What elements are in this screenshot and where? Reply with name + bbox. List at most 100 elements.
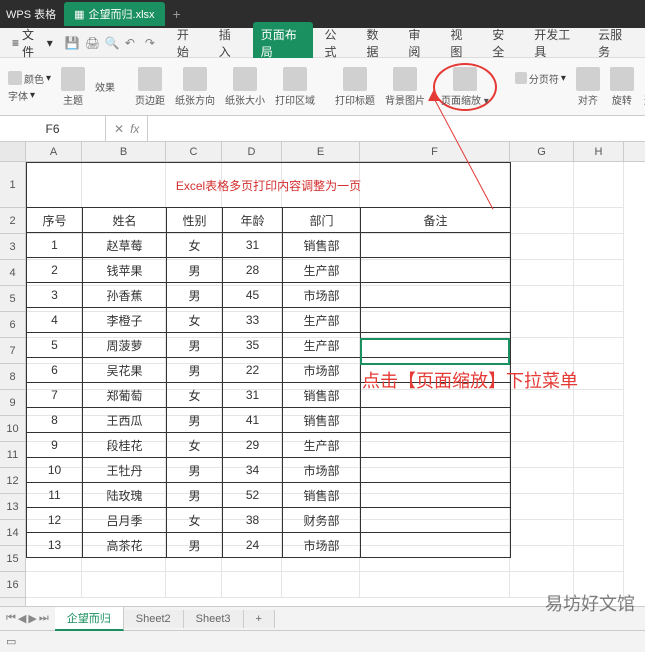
cell-G15[interactable] — [510, 546, 574, 572]
row-header-14[interactable]: 14 — [0, 520, 25, 546]
cell-G3[interactable] — [510, 234, 574, 260]
row-header-15[interactable]: 15 — [0, 546, 25, 572]
col-header-D[interactable]: D — [222, 142, 282, 161]
cell-G7[interactable] — [510, 338, 574, 364]
row-header-11[interactable]: 11 — [0, 442, 25, 468]
papersize-btn[interactable]: 纸张大小 — [223, 67, 267, 107]
row-header-2[interactable]: 2 — [0, 208, 25, 234]
cell-B16[interactable] — [82, 572, 166, 598]
margin-btn[interactable]: 页边距 — [133, 67, 167, 107]
undo-icon[interactable]: ↶ — [125, 36, 139, 50]
cancel-icon[interactable]: ✕ — [114, 122, 124, 136]
printarea-btn[interactable]: 打印区域 — [273, 67, 317, 107]
table-cell: 市场部 — [283, 533, 361, 558]
row-header-10[interactable]: 10 — [0, 416, 25, 442]
file-menu[interactable]: ≡ 文件 ▾ — [6, 23, 59, 63]
next-sheet-icon[interactable]: ▶ — [28, 612, 36, 625]
cell-A16[interactable] — [26, 572, 82, 598]
select-all-corner[interactable] — [0, 142, 26, 161]
printtitle-btn[interactable]: 打印标题 — [333, 67, 377, 107]
preview-icon[interactable]: 🔍 — [105, 36, 119, 50]
cell-G6[interactable] — [510, 312, 574, 338]
cell-H3[interactable] — [574, 234, 624, 260]
table-cell — [361, 308, 511, 333]
cell-H15[interactable] — [574, 546, 624, 572]
cell-E16[interactable] — [282, 572, 360, 598]
cell-H1[interactable] — [574, 162, 624, 208]
cell-G10[interactable] — [510, 416, 574, 442]
sheet-tab[interactable]: Sheet2 — [124, 610, 184, 628]
cell-G11[interactable] — [510, 442, 574, 468]
cell-G5[interactable] — [510, 286, 574, 312]
cell-G12[interactable] — [510, 468, 574, 494]
cell-H7[interactable] — [574, 338, 624, 364]
fx-icon[interactable]: fx — [130, 122, 139, 136]
pagebreak-btn[interactable]: 分页符 — [529, 71, 559, 86]
document-tab[interactable]: ▦ 企望而归.xlsx — [64, 2, 164, 26]
cell-G4[interactable] — [510, 260, 574, 286]
row-header-12[interactable]: 12 — [0, 468, 25, 494]
sheet-tab-active[interactable]: 企望而归 — [55, 607, 124, 631]
col-header-H[interactable]: H — [574, 142, 624, 161]
column-headers: ABCDEFGH — [0, 142, 645, 162]
bgimage-btn[interactable]: 背景图片 — [383, 67, 427, 107]
row-header-4[interactable]: 4 — [0, 260, 25, 286]
cell-H14[interactable] — [574, 520, 624, 546]
cell-H4[interactable] — [574, 260, 624, 286]
colors-label[interactable]: 颜色 — [24, 71, 44, 86]
cell-G13[interactable] — [510, 494, 574, 520]
cell-G16[interactable] — [510, 572, 574, 598]
col-header-C[interactable]: C — [166, 142, 222, 161]
cell-C16[interactable] — [166, 572, 222, 598]
cell-H13[interactable] — [574, 494, 624, 520]
row-header-7[interactable]: 7 — [0, 338, 25, 364]
row-header-13[interactable]: 13 — [0, 494, 25, 520]
col-header-B[interactable]: B — [82, 142, 166, 161]
cell-G9[interactable] — [510, 390, 574, 416]
cell-H12[interactable] — [574, 468, 624, 494]
row-header-1[interactable]: 1 — [0, 162, 25, 208]
col-header-E[interactable]: E — [282, 142, 360, 161]
cell-H2[interactable] — [574, 208, 624, 234]
cell-F16[interactable] — [360, 572, 510, 598]
name-box[interactable]: F6 — [0, 116, 106, 141]
cell-D16[interactable] — [222, 572, 282, 598]
rotate-icon — [610, 67, 634, 91]
row-header-8[interactable]: 8 — [0, 364, 25, 390]
row-header-3[interactable]: 3 — [0, 234, 25, 260]
redo-icon[interactable]: ↷ — [145, 36, 159, 50]
effect-btn[interactable]: 效果 — [93, 79, 117, 94]
cell-H5[interactable] — [574, 286, 624, 312]
font-btn[interactable]: 字体 — [8, 88, 28, 103]
cell-G14[interactable] — [510, 520, 574, 546]
table-cell: 生产部 — [283, 333, 361, 358]
cell-H11[interactable] — [574, 442, 624, 468]
prev-sheet-icon[interactable]: ◀ — [18, 612, 26, 625]
align-btn[interactable]: 对齐 — [574, 67, 602, 107]
rotate-btn[interactable]: 旋转 — [608, 67, 636, 107]
cell-H16[interactable] — [574, 572, 624, 598]
cell-G2[interactable] — [510, 208, 574, 234]
col-header-F[interactable]: F — [360, 142, 510, 161]
print-icon[interactable]: 🖨 — [85, 36, 99, 50]
add-sheet-button[interactable]: + — [244, 610, 275, 628]
first-sheet-icon[interactable]: ⏮ — [6, 612, 16, 625]
cell-H9[interactable] — [574, 390, 624, 416]
last-sheet-icon[interactable]: ⏭ — [39, 612, 49, 625]
row-header-5[interactable]: 5 — [0, 286, 25, 312]
cell-H8[interactable] — [574, 364, 624, 390]
row-header-16[interactable]: 16 — [0, 572, 25, 598]
row-header-9[interactable]: 9 — [0, 390, 25, 416]
add-tab-button[interactable]: + — [173, 6, 181, 22]
col-header-A[interactable]: A — [26, 142, 82, 161]
col-header-G[interactable]: G — [510, 142, 574, 161]
save-icon[interactable]: 💾 — [65, 36, 79, 50]
theme-btn[interactable]: 主题 — [59, 67, 87, 107]
pagescale-btn[interactable]: 页面缩放 ▾ — [433, 63, 497, 111]
cell-H10[interactable] — [574, 416, 624, 442]
orientation-btn[interactable]: 纸张方向 — [173, 67, 217, 107]
cell-H6[interactable] — [574, 312, 624, 338]
row-header-6[interactable]: 6 — [0, 312, 25, 338]
sheet-tab[interactable]: Sheet3 — [184, 610, 244, 628]
cell-G1[interactable] — [510, 162, 574, 208]
